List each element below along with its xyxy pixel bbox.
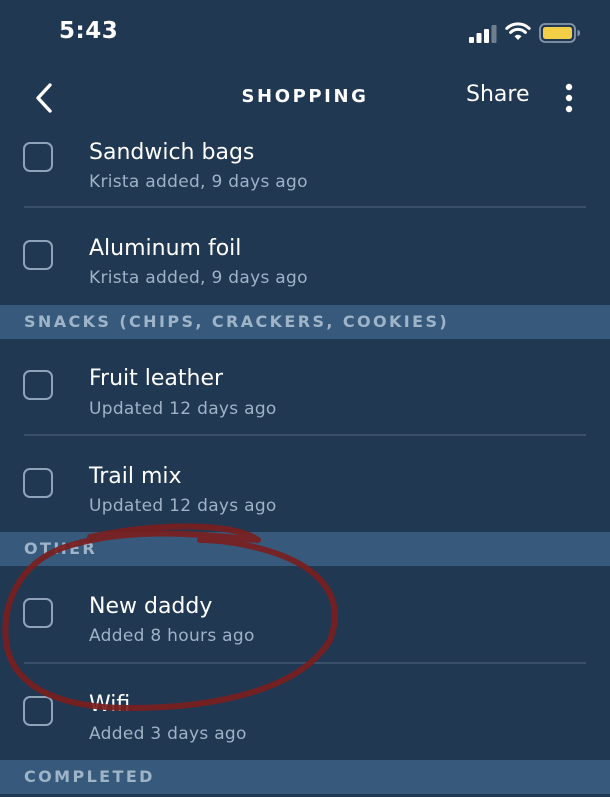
section-header: COMPLETED bbox=[0, 760, 610, 794]
item-title: Wifi bbox=[89, 692, 131, 717]
section-label: COMPLETED bbox=[24, 767, 155, 786]
top-nav-bar: SHOPPING Share bbox=[0, 68, 610, 128]
item-subtitle: Krista added, 9 days ago bbox=[89, 268, 308, 288]
section-label: OTHER bbox=[24, 539, 98, 558]
list-item[interactable]: Aluminum foil Krista added, 9 days ago bbox=[0, 226, 610, 304]
item-subtitle: Added 8 hours ago bbox=[89, 626, 255, 646]
list-item[interactable]: Wifi Added 3 days ago bbox=[0, 682, 610, 760]
divider bbox=[24, 662, 586, 664]
item-subtitle: Added 3 days ago bbox=[89, 724, 247, 744]
divider bbox=[24, 206, 586, 208]
item-title: Sandwich bags bbox=[89, 140, 255, 165]
item-checkbox[interactable] bbox=[23, 696, 53, 726]
section-label: SNACKS (CHIPS, CRACKERS, COOKIES) bbox=[24, 312, 450, 331]
item-title: Trail mix bbox=[89, 464, 182, 489]
status-bar: 5:43 bbox=[0, 0, 610, 66]
item-checkbox[interactable] bbox=[23, 598, 53, 628]
more-options-button[interactable] bbox=[556, 78, 582, 118]
item-checkbox[interactable] bbox=[23, 370, 53, 400]
item-subtitle: Updated 12 days ago bbox=[89, 399, 277, 419]
item-title: Fruit leather bbox=[89, 366, 224, 391]
list-item[interactable]: Fruit leather Updated 12 days ago bbox=[0, 356, 610, 434]
item-subtitle: Updated 12 days ago bbox=[89, 496, 277, 516]
cellular-signal-icon bbox=[469, 25, 497, 43]
list-item[interactable]: Trail mix Updated 12 days ago bbox=[0, 454, 610, 532]
item-checkbox[interactable] bbox=[23, 468, 53, 498]
wifi-icon bbox=[505, 22, 531, 40]
list-item[interactable]: Sandwich bags Krista added, 9 days ago bbox=[0, 128, 610, 208]
section-header: SNACKS (CHIPS, CRACKERS, COOKIES) bbox=[0, 305, 610, 339]
status-time: 5:43 bbox=[59, 18, 119, 44]
share-button[interactable]: Share bbox=[466, 82, 530, 107]
section-header: OTHER bbox=[0, 532, 610, 566]
divider bbox=[24, 434, 586, 436]
item-subtitle: Krista added, 9 days ago bbox=[89, 172, 308, 192]
battery-icon bbox=[539, 23, 580, 43]
shopping-list-screen: 5:43 SHOPPING Share Sandwich bags Krista… bbox=[0, 0, 610, 797]
item-title: Aluminum foil bbox=[89, 236, 242, 261]
item-checkbox[interactable] bbox=[23, 142, 53, 172]
list-item[interactable]: New daddy Added 8 hours ago bbox=[0, 584, 610, 662]
vertical-dots-icon bbox=[565, 83, 573, 113]
item-checkbox[interactable] bbox=[23, 240, 53, 270]
item-title: New daddy bbox=[89, 594, 213, 619]
